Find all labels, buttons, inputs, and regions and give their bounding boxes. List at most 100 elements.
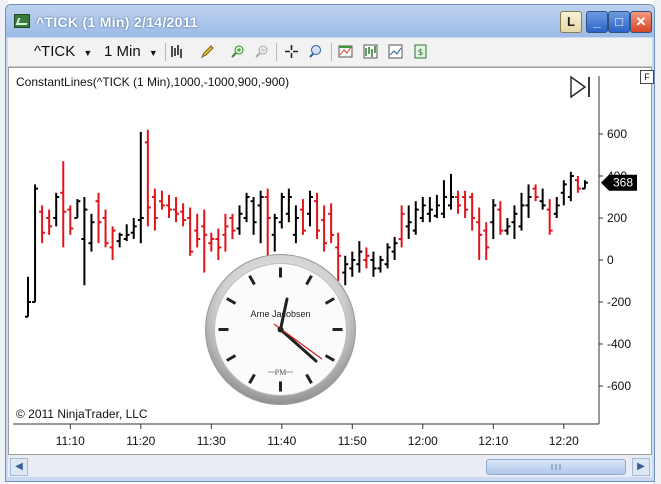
title-bar[interactable]: ^TICK (1 Min) 2/14/2011 L _ □ ✕ [6, 5, 654, 37]
x-tick-label: 11:30 [197, 434, 226, 448]
drawing-pencil-icon[interactable] [200, 44, 215, 59]
price-bar [53, 192, 60, 227]
data-box-icon[interactable]: $ [413, 44, 428, 59]
price-bar [187, 207, 194, 256]
price-bar [356, 241, 363, 273]
price-bar [271, 213, 278, 252]
price-bar [490, 199, 497, 239]
format-button[interactable]: F [640, 70, 654, 84]
price-bar [285, 188, 292, 223]
price-bar [448, 173, 454, 210]
crosshair-icon[interactable] [284, 44, 299, 59]
close-button[interactable]: ✕ [630, 11, 652, 33]
price-bar [398, 205, 405, 248]
price-bar [377, 255, 384, 273]
interval-label: 1 Min [104, 43, 141, 60]
maximize-button[interactable]: □ [608, 11, 630, 33]
price-bar [123, 224, 130, 242]
y-tick-label: 600 [607, 127, 627, 141]
price-bar [426, 197, 433, 223]
price-bar [363, 247, 370, 269]
x-tick-label: 11:10 [56, 434, 85, 448]
price-bar [321, 205, 328, 252]
price-bar [243, 192, 250, 223]
price-bar [250, 197, 257, 235]
interval-selector[interactable]: 1 Min ▼ [104, 42, 158, 62]
price-bar [455, 190, 462, 214]
chevron-down-icon: ▼ [148, 48, 158, 58]
price-bar [433, 194, 440, 218]
price-bar [109, 226, 116, 260]
toolbar-divider [165, 43, 166, 61]
price-bar [67, 205, 74, 235]
price-bar [194, 213, 201, 248]
price-bar [567, 171, 574, 202]
price-bar [222, 213, 229, 252]
price-bar [370, 251, 377, 277]
price-bar [497, 201, 504, 235]
price-bar [546, 199, 553, 235]
magnifier-icon[interactable] [308, 44, 323, 59]
last-price-label: 368 [613, 176, 633, 190]
price-bar [525, 184, 532, 218]
price-bar [532, 184, 539, 202]
price-bar [307, 190, 313, 227]
x-tick-label: 12:00 [408, 434, 438, 448]
analog-clock-widget[interactable]: Arne Jacobsen PM [204, 253, 357, 406]
link-button[interactable]: L [560, 11, 582, 33]
x-tick-label: 11:50 [338, 434, 367, 448]
clock-meridiem: PM [275, 368, 287, 377]
horizontal-scrollbar[interactable]: ◀ ▶ [8, 455, 652, 477]
indicator-label: ConstantLines(^TICK (1 Min),1000,-1000,9… [16, 75, 290, 89]
price-bar [144, 129, 151, 227]
price-bar [166, 194, 172, 218]
price-bar [88, 213, 95, 252]
price-bar [511, 205, 518, 239]
clock-brand: Arne Jacobsen [250, 309, 310, 319]
price-bar [116, 232, 123, 248]
play-to-end-icon[interactable] [570, 75, 590, 99]
price-bar [46, 209, 53, 235]
price-bar [236, 205, 243, 235]
price-bar [25, 276, 31, 318]
price-bar [81, 197, 88, 286]
price-bar [328, 203, 335, 244]
price-bar [151, 188, 158, 231]
svg-text:$: $ [418, 48, 424, 58]
y-tick-label: -400 [607, 337, 631, 351]
bar-type-icon[interactable] [170, 44, 185, 59]
scrollbar-thumb[interactable] [486, 459, 626, 475]
price-bar [384, 243, 391, 269]
strategies-icon[interactable] [363, 44, 378, 59]
price-bar [60, 161, 67, 248]
minimize-button[interactable]: _ [586, 11, 608, 33]
price-bar [292, 205, 299, 244]
price-bar [32, 184, 39, 303]
zoom-in-icon[interactable] [230, 44, 245, 59]
y-tick-label: 200 [607, 211, 627, 225]
price-bar [553, 197, 560, 218]
price-bar [257, 190, 264, 244]
chart-window: ^TICK (1 Min) 2/14/2011 L _ □ ✕ ^TICK ▼ … [5, 4, 655, 482]
ninjatrader-chart-icon [14, 14, 30, 28]
indicators-icon[interactable] [338, 44, 353, 59]
price-bar [314, 192, 321, 239]
copyright-notice: © 2011 NinjaTrader, LLC [16, 407, 148, 421]
price-bar [299, 199, 306, 235]
price-bar [278, 192, 285, 229]
price-bar [574, 176, 581, 193]
scroll-left-button[interactable]: ◀ [10, 458, 28, 476]
price-bar [469, 192, 476, 231]
price-bar [229, 213, 236, 239]
price-bar [539, 188, 546, 210]
instrument-selector[interactable]: ^TICK ▼ [34, 42, 92, 62]
price-bar [137, 131, 144, 244]
chart-properties-icon[interactable] [388, 44, 403, 59]
x-tick-label: 12:10 [478, 434, 508, 448]
scroll-right-button[interactable]: ▶ [632, 458, 650, 476]
price-bar [180, 203, 187, 227]
price-bar [208, 232, 215, 252]
zoom-out-icon[interactable] [254, 44, 269, 59]
price-bar [476, 207, 483, 260]
y-tick-label: 0 [607, 253, 614, 267]
